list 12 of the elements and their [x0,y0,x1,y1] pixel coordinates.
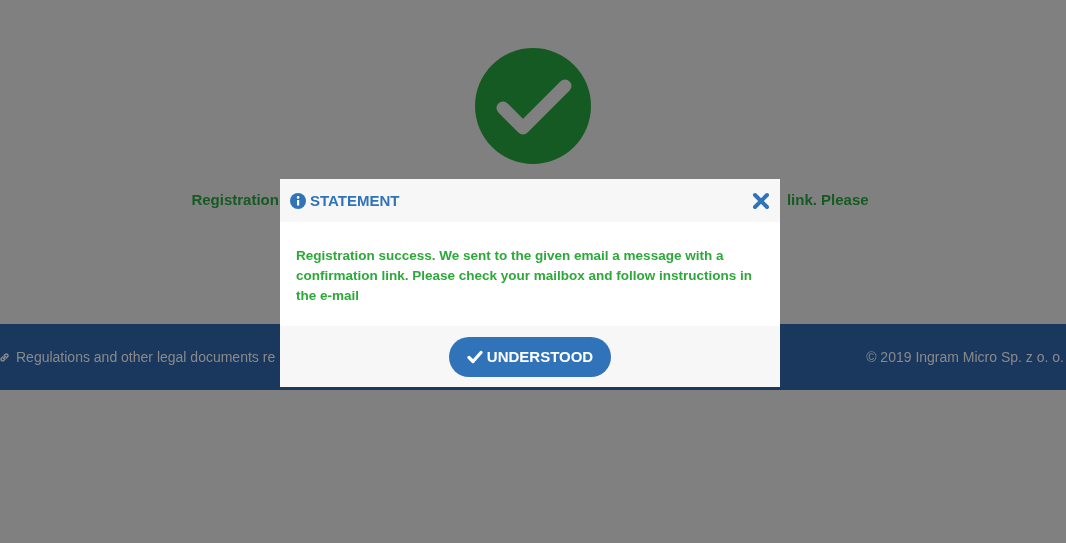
dialog-title: STATEMENT [310,192,400,209]
regulations-link[interactable]: Regulations and other legal documents re [16,349,276,365]
understood-button[interactable]: UNDERSTOOD [448,336,612,377]
dialog-message: Registration success. We sent to the given email a message with a confirmation link. Please check your mailbox and follow instructions in the e-mail [296,247,754,305]
registration-message: link. Please [786,191,869,208]
checkmark-circle-icon [475,48,591,164]
link-icon [0,351,10,363]
close-icon[interactable] [752,191,770,210]
copyright-text: © 2019 Ingram Micro Sp. z o. o. [866,349,1064,365]
info-icon [290,192,306,209]
checkmark-icon [466,349,483,364]
registration-message: Registration [191,191,279,208]
